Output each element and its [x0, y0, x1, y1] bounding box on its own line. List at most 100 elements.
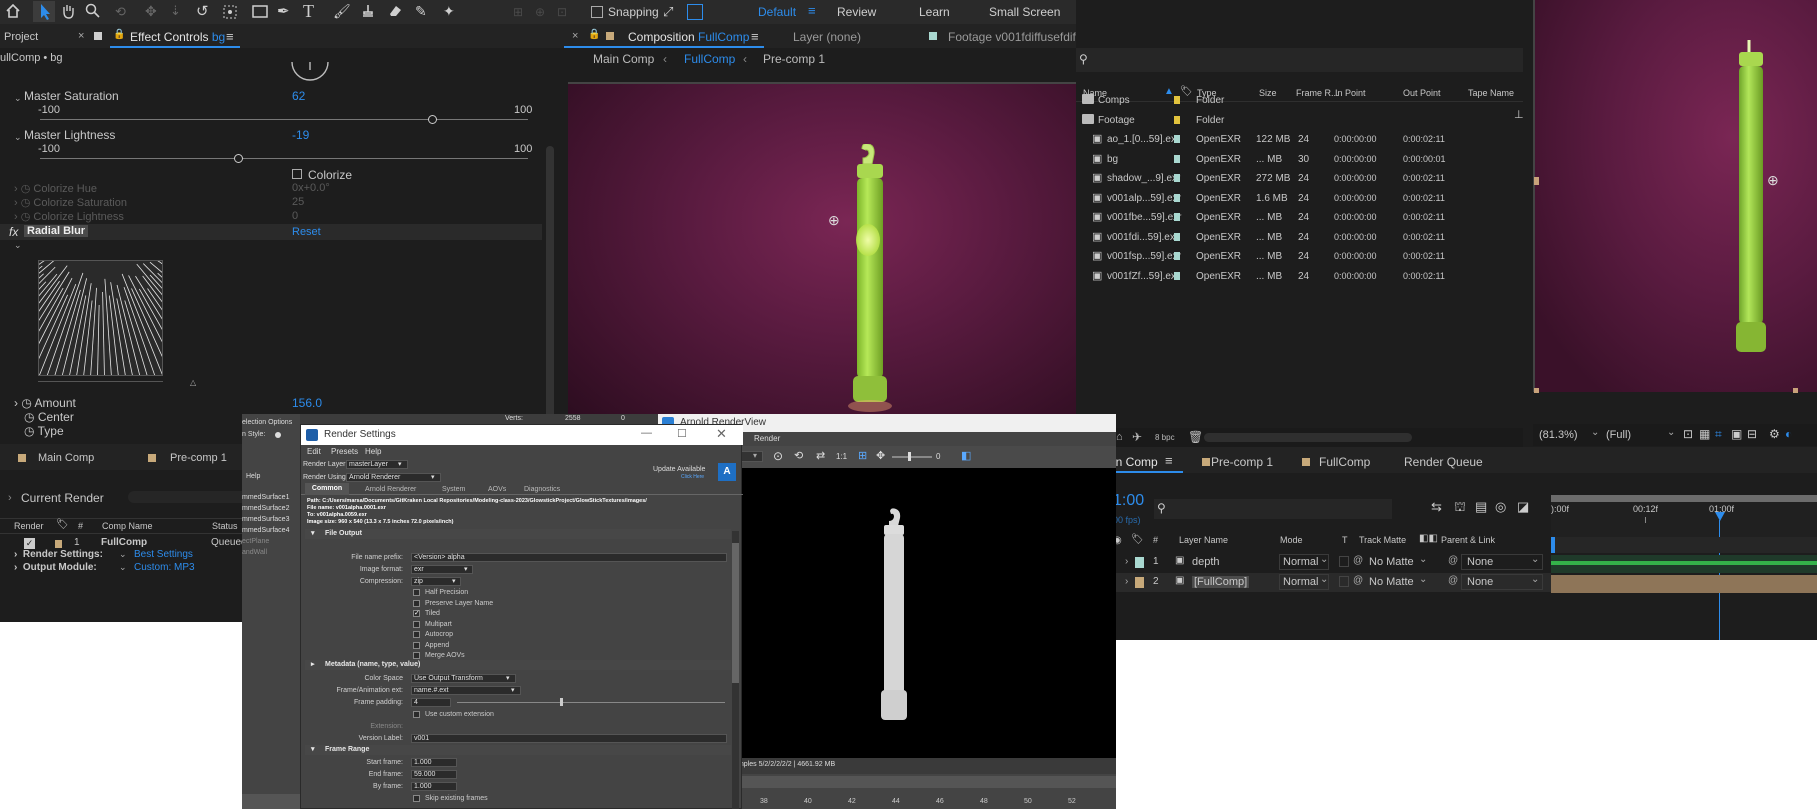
rq-render-settings-value[interactable]: Best Settings: [134, 549, 193, 560]
chevron-right-icon[interactable]: ›: [1125, 576, 1128, 587]
file-name-prefix-input[interactable]: <Version> alpha: [411, 553, 727, 562]
transparency-icon[interactable]: ▦: [1699, 427, 1710, 441]
panel-menu-icon[interactable]: ≡: [751, 29, 759, 44]
render-using-select[interactable]: Arnold Renderer ▾: [346, 473, 441, 482]
outliner-item[interactable]: mmedSurface4: [242, 527, 289, 534]
pen-tool-icon[interactable]: ✒: [277, 2, 290, 20]
orbit-tool-icon[interactable]: ⟲: [115, 4, 126, 20]
exr-option-checkbox[interactable]: [413, 589, 420, 596]
preserve-transparency-box[interactable]: [1339, 576, 1349, 587]
rs-tab-common[interactable]: Common: [305, 483, 349, 495]
puppet-tool-icon[interactable]: ✦: [443, 3, 455, 20]
time-ruler[interactable]: ):00f 00:12f 01:00f: [1551, 495, 1817, 537]
project-bpc[interactable]: 8 bpc: [1155, 433, 1175, 442]
amount-value[interactable]: 156.0: [292, 396, 322, 410]
work-area-bar[interactable]: [1551, 495, 1817, 502]
chevron-down-icon[interactable]: ⌄: [1591, 427, 1599, 438]
frame-padding-input[interactable]: 4: [411, 698, 451, 707]
render-stop-icon[interactable]: ⊙: [773, 449, 783, 463]
close-icon[interactable]: ×: [572, 30, 578, 42]
zoom-tool-icon[interactable]: [85, 3, 101, 19]
arnold-menu-render[interactable]: Render: [754, 434, 780, 443]
workspace-review[interactable]: Review: [837, 5, 876, 19]
new-folder-icon[interactable]: ✈: [1132, 430, 1142, 444]
timeline-layer-row[interactable]: › 2 ▣ [FullComp] Normal ⌄ @ No Matte ⌄ @ None ⌄: [1113, 573, 1551, 592]
snap-features-icon[interactable]: [687, 4, 703, 20]
outliner-item[interactable]: andWall: [242, 549, 267, 556]
zoom-level[interactable]: (81.3%): [1539, 429, 1578, 441]
motion-blur-icon[interactable]: ◎: [1495, 499, 1506, 515]
exr-option-checkbox[interactable]: [413, 620, 420, 628]
outliner-item[interactable]: mmedSurface2: [242, 505, 289, 512]
axis-local-icon[interactable]: ⊞: [513, 5, 523, 19]
exposure-slider[interactable]: [892, 456, 932, 458]
stopwatch-icon[interactable]: ◷: [21, 183, 31, 195]
ratio-label[interactable]: 1:1: [836, 452, 847, 461]
pickwhip-icon[interactable]: @: [1353, 575, 1363, 586]
rq-output-module-value[interactable]: Custom: MP3: [134, 562, 195, 573]
interpret-icon[interactable]: ⌂: [1116, 431, 1123, 443]
tab-composition[interactable]: Composition FullComp: [628, 30, 749, 44]
hand-tool-icon[interactable]: [60, 3, 76, 19]
stopwatch-icon[interactable]: ◷: [24, 410, 34, 424]
anchor-tool-icon[interactable]: [222, 4, 238, 20]
project-item-row[interactable]: ▣ bg OpenEXR ... MB 30 0:00:00:00 0:00:00:01: [1076, 151, 1508, 169]
close-icon[interactable]: ×: [78, 30, 84, 42]
track-matte-value[interactable]: No Matte: [1369, 576, 1414, 588]
fit-icon[interactable]: ⊞: [858, 449, 867, 462]
effect-controls-scrollbar[interactable]: [546, 146, 554, 431]
bounding-handle[interactable]: [1534, 388, 1539, 393]
frame-blend-icon[interactable]: ▤: [1475, 499, 1487, 515]
project-item-row[interactable]: ▣ shadow_...9].exr OpenEXR 272 MB 24 0:00:00:…: [1076, 170, 1508, 188]
bounding-handle[interactable]: [1793, 388, 1798, 393]
stopwatch-icon[interactable]: ◷: [21, 211, 31, 223]
trash-icon[interactable]: 🗑: [1188, 430, 1203, 444]
workspace-learn[interactable]: Learn: [919, 5, 950, 19]
rs-menu-edit[interactable]: Edit: [307, 447, 321, 456]
rs-tab-aovs[interactable]: AOVs: [488, 486, 506, 493]
brush-tool-icon[interactable]: 🖌: [333, 3, 351, 20]
hue-dial[interactable]: [290, 60, 330, 90]
colorize-checkbox[interactable]: [292, 169, 302, 179]
pickwhip-icon[interactable]: @: [1353, 555, 1363, 566]
dolly-icon[interactable]: ⇣: [170, 3, 181, 19]
comp-viewer[interactable]: ⊕: [568, 82, 1076, 428]
axis-world-icon[interactable]: ⊕: [535, 5, 545, 19]
rotate-tool-icon[interactable]: ↺: [196, 2, 209, 20]
exposure-icon[interactable]: ✥: [876, 449, 885, 462]
frame-range-section[interactable]: ▾ Frame Range: [305, 745, 731, 755]
bounding-handle[interactable]: [1534, 177, 1539, 185]
anchor-point-icon[interactable]: ⊕: [828, 212, 840, 229]
panel-menu-icon[interactable]: ≡: [1165, 453, 1173, 468]
preserve-transparency-box[interactable]: [1339, 556, 1349, 567]
panel-menu-icon[interactable]: ≡: [226, 29, 234, 44]
outliner-item[interactable]: ectPlane: [242, 538, 269, 545]
tab-footage[interactable]: Footage v001fdiffusefdiffu: [948, 30, 1086, 44]
minimize-icon[interactable]: —: [641, 427, 652, 439]
project-item-row[interactable]: ▣ v001fsp...59].exr OpenEXR ... MB 24 0:00:00…: [1076, 248, 1508, 266]
graph-editor-icon[interactable]: ◪: [1517, 499, 1529, 515]
roto-brush-icon[interactable]: ✎: [415, 3, 427, 20]
chevron-right-icon[interactable]: ›: [1125, 556, 1128, 567]
stopwatch-icon[interactable]: ◷: [21, 396, 31, 410]
maya-help-label[interactable]: Help: [246, 473, 260, 480]
search-icon[interactable]: ⚲: [1079, 52, 1088, 66]
metadata-section[interactable]: ▸ Metadata (name, type, value): [305, 660, 731, 670]
project-item-row[interactable]: ▣ v001fdi...59].exr OpenEXR ... MB 24 0:00:00…: [1076, 229, 1508, 247]
chevron-right-icon[interactable]: ›: [8, 492, 12, 504]
master-saturation-value[interactable]: 62: [292, 89, 305, 103]
rs-scroll-thumb[interactable]: [732, 543, 739, 683]
rs-menu-presets[interactable]: Presets: [331, 447, 358, 456]
region-icon[interactable]: ⊡: [1683, 427, 1693, 441]
track-matte-value[interactable]: No Matte: [1369, 556, 1414, 568]
outliner-item[interactable]: mmedSurface3: [242, 516, 289, 523]
clone-stamp-icon[interactable]: [360, 3, 376, 19]
close-icon[interactable]: ✕: [716, 426, 727, 442]
arnold-logo-icon[interactable]: A: [718, 463, 736, 481]
rectangle-tool-icon[interactable]: [252, 4, 268, 20]
camera-icon[interactable]: ⚙: [1769, 427, 1780, 441]
tab-effect-controls[interactable]: Effect Controls bg: [130, 30, 225, 44]
exr-option-checkbox[interactable]: [413, 631, 420, 638]
tab-layer[interactable]: Layer (none): [793, 30, 861, 44]
rq-render-settings-chevron[interactable]: ⌄: [119, 549, 127, 560]
